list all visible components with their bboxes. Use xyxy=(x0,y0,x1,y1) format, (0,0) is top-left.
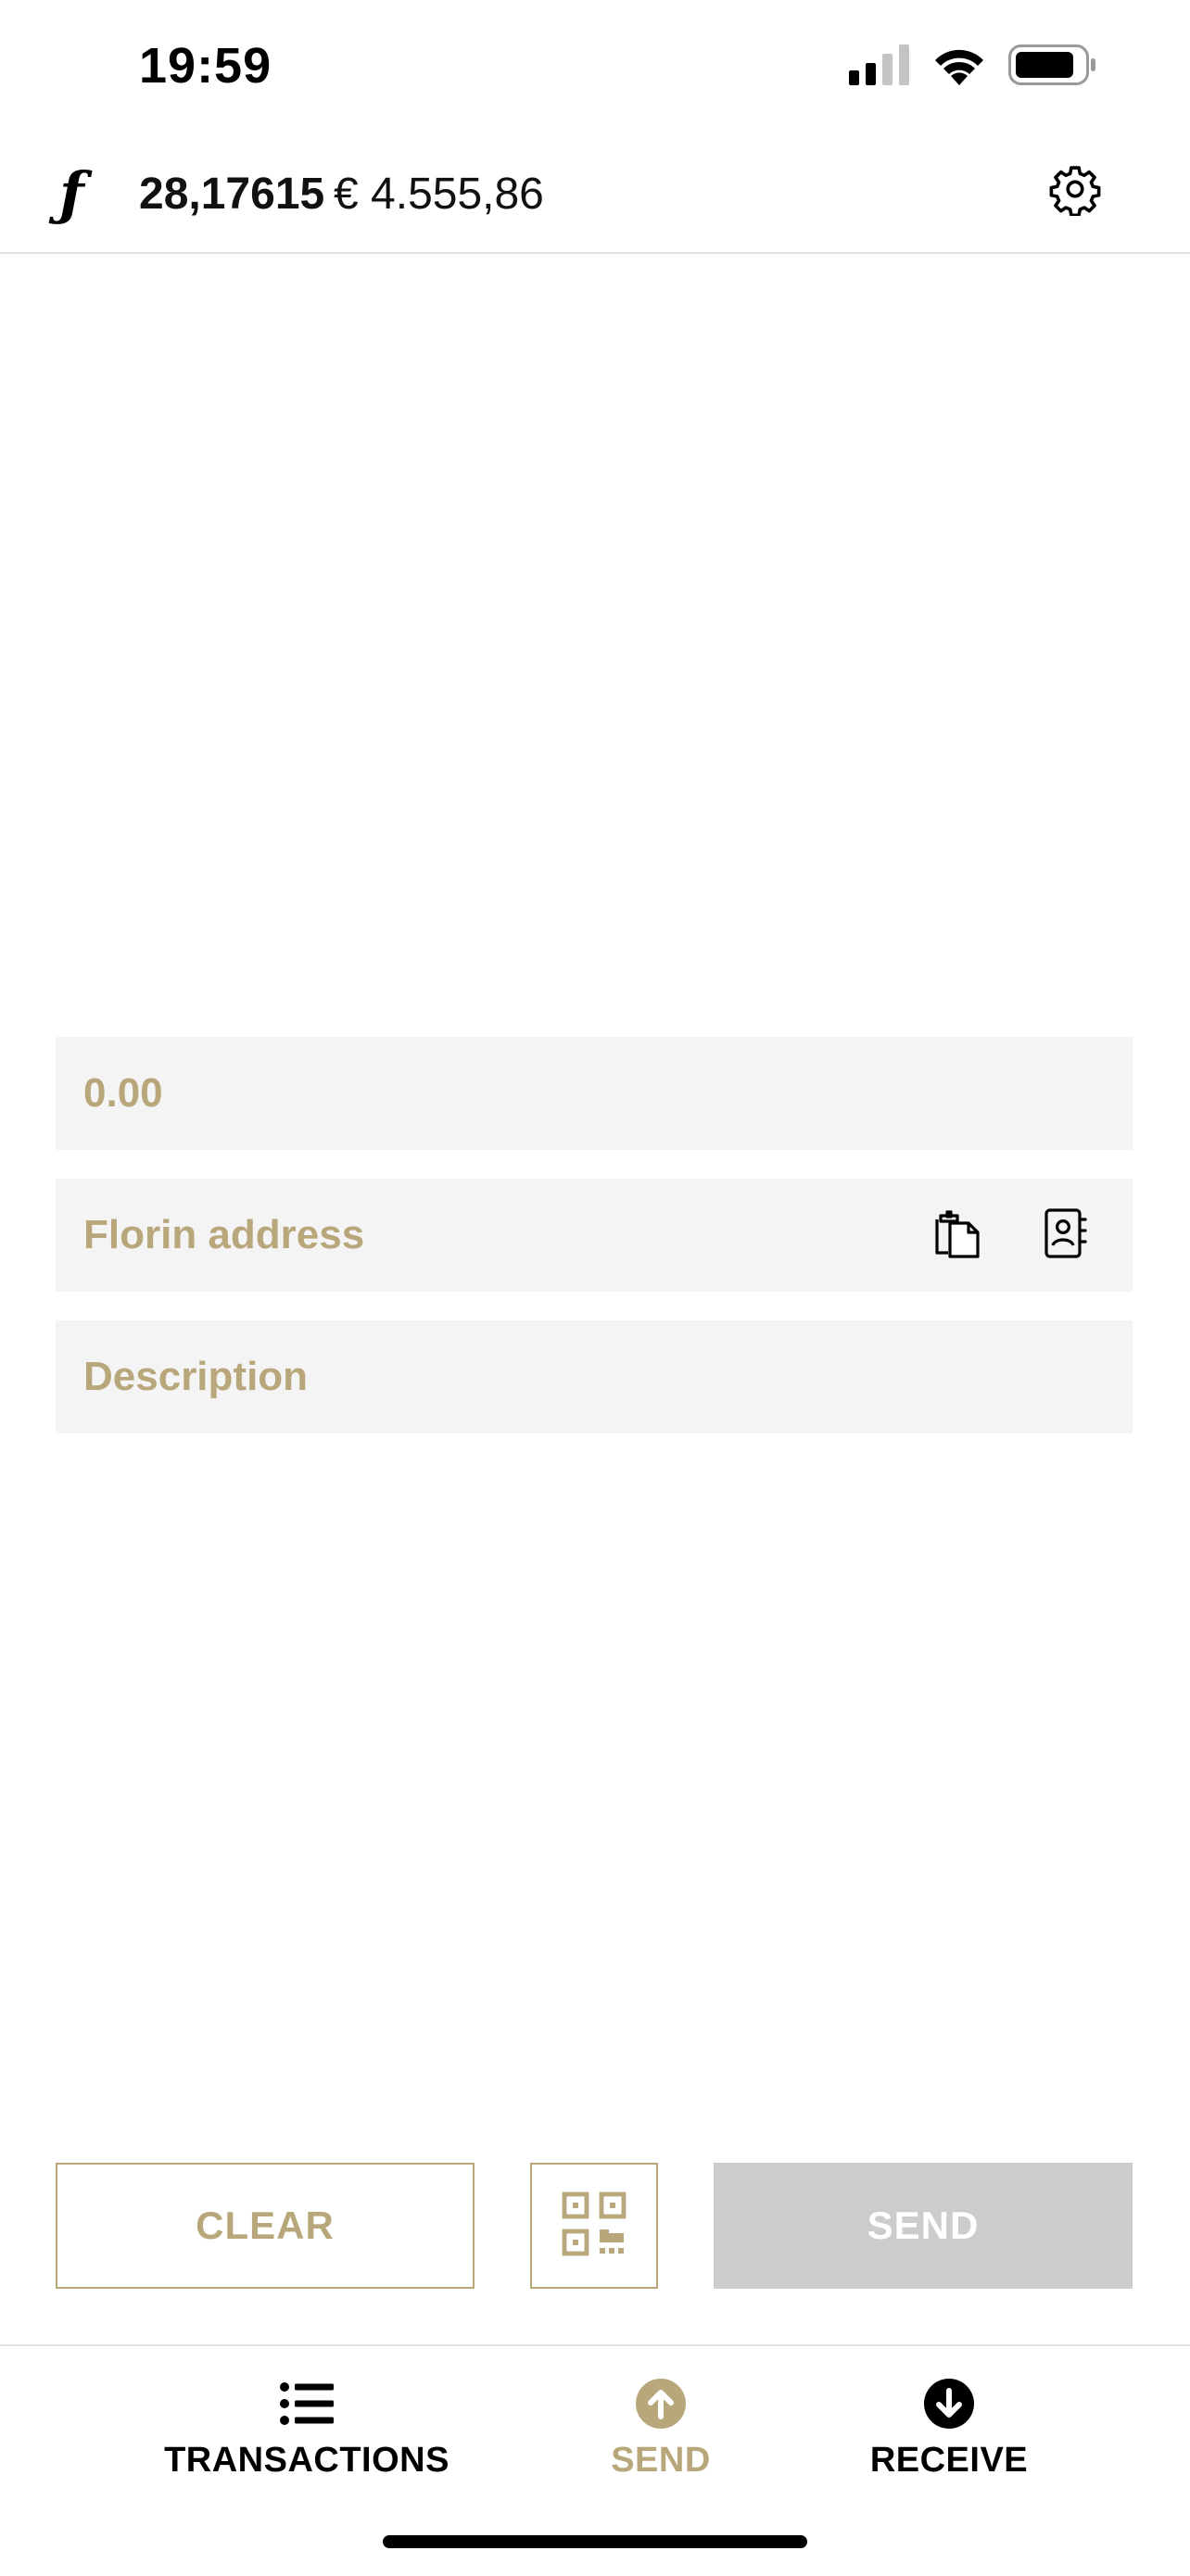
status-time: 19:59 xyxy=(139,38,272,94)
tab-send-label: SEND xyxy=(611,2441,711,2480)
cellular-signal-icon xyxy=(849,44,910,90)
clear-button[interactable]: CLEAR xyxy=(56,2163,475,2289)
header: ƒ 28,17615 € 4.555,86 xyxy=(0,139,1190,254)
tab-receive-label: RECEIVE xyxy=(869,2441,1029,2480)
tab-transactions-label: TRANSACTIONS xyxy=(164,2441,449,2480)
contacts-button[interactable] xyxy=(1034,1205,1095,1266)
wifi-icon xyxy=(930,44,988,90)
contacts-icon xyxy=(1039,1206,1091,1265)
florin-logo-icon: ƒ xyxy=(59,159,84,227)
tab-receive[interactable]: RECEIVE xyxy=(869,2376,1029,2481)
paste-button[interactable] xyxy=(927,1205,988,1266)
battery-icon xyxy=(1008,44,1097,90)
send-button[interactable]: SEND xyxy=(714,2163,1133,2289)
gear-icon xyxy=(1048,162,1102,221)
description-field-container xyxy=(56,1320,1133,1433)
tab-bar: TRANSACTIONS SEND RECEIVE xyxy=(0,2344,1190,2576)
paste-icon xyxy=(931,1206,983,1265)
arrow-up-circle-icon xyxy=(633,2376,689,2431)
tab-transactions[interactable]: TRANSACTIONS xyxy=(164,2376,449,2481)
address-field-container xyxy=(56,1179,1133,1292)
amount-input[interactable] xyxy=(56,1037,1133,1150)
description-input[interactable] xyxy=(56,1320,1133,1433)
scan-qr-button[interactable] xyxy=(530,2163,658,2289)
tab-send[interactable]: SEND xyxy=(593,2376,728,2481)
home-indicator xyxy=(383,2535,807,2548)
list-icon xyxy=(279,2376,335,2431)
status-icons xyxy=(849,44,1097,90)
qr-code-icon xyxy=(561,2191,627,2262)
settings-button[interactable] xyxy=(1044,159,1107,222)
arrow-down-circle-icon xyxy=(921,2376,977,2431)
balance-eur: € 4.555,86 xyxy=(334,170,544,219)
status-bar: 19:59 xyxy=(0,0,1190,139)
balance-florin: 28,17615 xyxy=(139,170,325,219)
amount-field-container xyxy=(56,1037,1133,1150)
